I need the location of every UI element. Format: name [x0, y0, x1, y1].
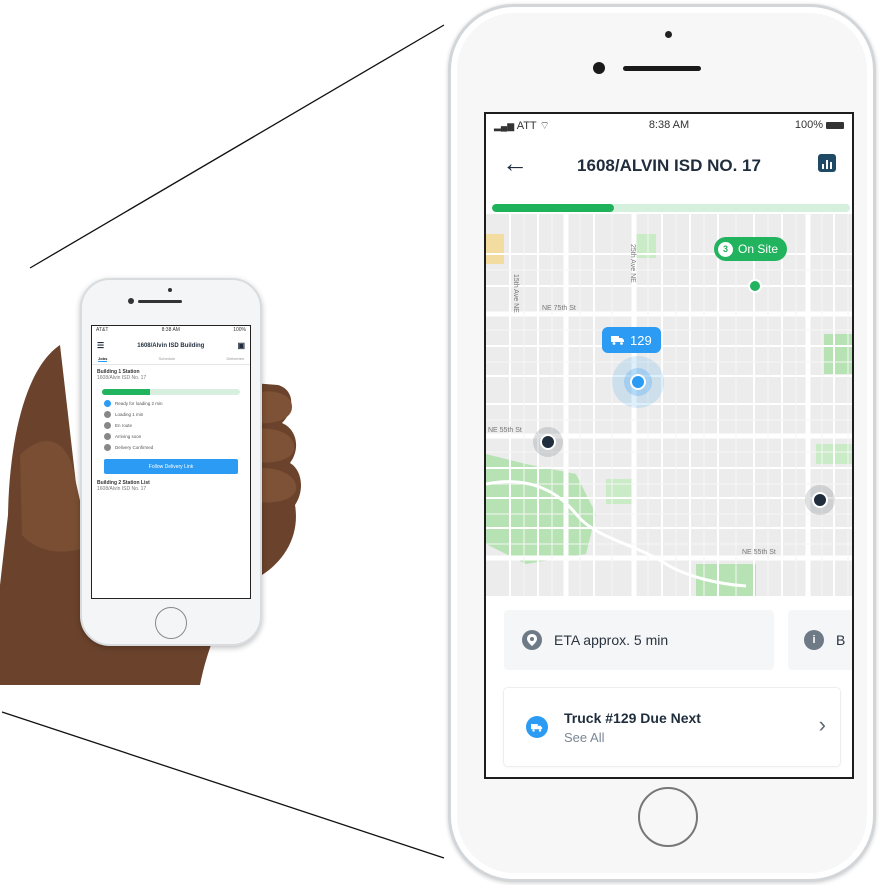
small-phone-screen: AT&T 8:38 AM 100% ☰ 1608/Alvin ISD Build… — [91, 325, 251, 599]
park-area — [486, 234, 504, 264]
truck-circle-icon — [526, 716, 548, 738]
status-battery: 100% — [795, 119, 844, 131]
on-site-pill[interactable]: 3 On Site — [714, 237, 788, 261]
small-step: Ready for loading 2 min — [104, 400, 238, 407]
small-job-subtitle: 1608/Alvin ISD No. 17 — [97, 486, 147, 492]
app-screen: ▂▄▆ ATT ⌔ 8:38 AM 100% ← 1608/ALVIN ISD … — [484, 112, 854, 779]
small-step-label: Ready for loading 2 min — [115, 401, 163, 406]
street-label: NE 75th St — [542, 305, 576, 312]
small-status-battery: 100% — [233, 327, 246, 333]
small-job-subtitle: 1608/Alvin ISD No. 17 — [97, 375, 147, 381]
delivery-progress-bar — [492, 204, 850, 212]
small-step: En route — [104, 422, 238, 429]
connector-line-bottom — [1, 711, 445, 859]
small-step-label: Loading 1 min — [115, 412, 144, 417]
map-canvas: NE 75th St NE 55th St NE 55th St 15th Av… — [486, 214, 852, 596]
street-label: 15th Ave NE — [512, 274, 519, 313]
truck-location-marker[interactable] — [630, 374, 646, 390]
location-pin-icon — [522, 630, 542, 650]
chart-icon[interactable] — [818, 154, 836, 172]
onsite-marker[interactable] — [748, 279, 762, 293]
small-header: ☰ 1608/Alvin ISD Building ▣ — [92, 337, 250, 354]
small-step: Arriving soon — [104, 433, 238, 440]
phone-speaker — [623, 66, 701, 71]
truck-pill-label: 129 — [630, 332, 652, 348]
small-step-label: Arriving soon — [115, 434, 142, 439]
truck-due-card[interactable]: Truck #129 Due Next See All › — [504, 688, 840, 766]
phone-sensor — [665, 31, 672, 38]
status-bar: ▂▄▆ ATT ⌔ 8:38 AM 100% — [486, 114, 852, 136]
small-progress-bar — [102, 389, 240, 395]
step-icon — [104, 444, 111, 451]
eta-card[interactable]: ETA approx. 5 min — [504, 610, 774, 670]
site-marker[interactable] — [812, 492, 828, 508]
step-icon — [104, 411, 111, 418]
follow-delivery-button[interactable]: Follow Delivery Link — [104, 459, 238, 474]
small-phone-camera — [128, 298, 134, 304]
small-phone-device: AT&T 8:38 AM 100% ☰ 1608/Alvin ISD Build… — [80, 278, 262, 646]
map-view[interactable]: NE 75th St NE 55th St NE 55th St 15th Av… — [486, 214, 852, 596]
info-icon: i — [804, 630, 824, 650]
truck-due-text: Truck #129 Due Next See All — [564, 710, 701, 745]
delivery-progress-fill — [492, 204, 614, 212]
page-title: 1608/ALVIN ISD NO. 17 — [577, 156, 761, 175]
see-all-link[interactable]: See All — [564, 730, 701, 745]
home-button[interactable] — [638, 787, 698, 847]
small-progress-fill — [102, 389, 151, 395]
street-label: NE 55th St — [742, 549, 776, 556]
truck-due-title: Truck #129 Due Next — [564, 709, 701, 726]
info-card-text: B — [836, 632, 846, 648]
small-step-label: En route — [115, 423, 133, 428]
step-icon — [104, 422, 111, 429]
on-site-label: On Site — [738, 242, 779, 256]
step-icon — [104, 433, 111, 440]
small-home-button[interactable] — [155, 607, 187, 639]
status-battery-label: 100% — [794, 119, 823, 131]
step-active-icon — [104, 400, 111, 407]
large-phone-device: ▂▄▆ ATT ⌔ 8:38 AM 100% ← 1608/ALVIN ISD … — [448, 4, 876, 882]
eta-text: ETA approx. 5 min — [554, 632, 669, 648]
small-status-bar: AT&T 8:38 AM 100% — [92, 326, 250, 337]
small-bookmark-icon[interactable]: ▣ — [237, 341, 245, 350]
small-menu-icon[interactable]: ☰ — [97, 341, 104, 350]
small-tab-jobs[interactable]: Jobs — [98, 356, 108, 362]
small-job-card[interactable]: Building 1 Station 1608/Alvin ISD No. 17 — [97, 369, 245, 381]
street-label: NE 55th St — [488, 427, 522, 434]
small-tab-schedule[interactable]: Schedule — [159, 356, 176, 362]
on-site-count: 3 — [718, 241, 733, 257]
phone-camera — [593, 62, 605, 74]
small-job-card-2[interactable]: Building 2 Station List 1608/Alvin ISD N… — [97, 480, 245, 492]
small-status-carrier: AT&T — [96, 327, 109, 333]
small-phone-speaker — [138, 300, 182, 303]
street-label: 25th Ave NE — [629, 244, 636, 283]
small-tabs: Jobs Schedule Deliveries — [92, 354, 250, 365]
connector-line-top — [29, 24, 445, 269]
truck-icon — [611, 336, 624, 345]
small-step-label: Delivery Confirmed — [115, 445, 154, 450]
small-status-time: 8:38 AM — [161, 327, 180, 333]
info-card-partial[interactable]: i B — [788, 610, 852, 670]
small-tab-deliveries[interactable]: Deliveries — [226, 356, 244, 362]
site-marker[interactable] — [540, 434, 556, 450]
chevron-right-icon[interactable]: › — [819, 712, 826, 738]
small-step: Loading 1 min — [104, 411, 238, 418]
small-phone-sensor — [168, 288, 172, 292]
park-area — [824, 334, 852, 374]
nav-bar: ← 1608/ALVIN ISD NO. 17 — [486, 142, 852, 190]
truck-pill[interactable]: 129 — [602, 327, 661, 353]
small-step: Delivery Confirmed — [104, 444, 238, 451]
battery-icon — [826, 121, 844, 129]
small-header-title: 1608/Alvin ISD Building — [137, 342, 205, 349]
